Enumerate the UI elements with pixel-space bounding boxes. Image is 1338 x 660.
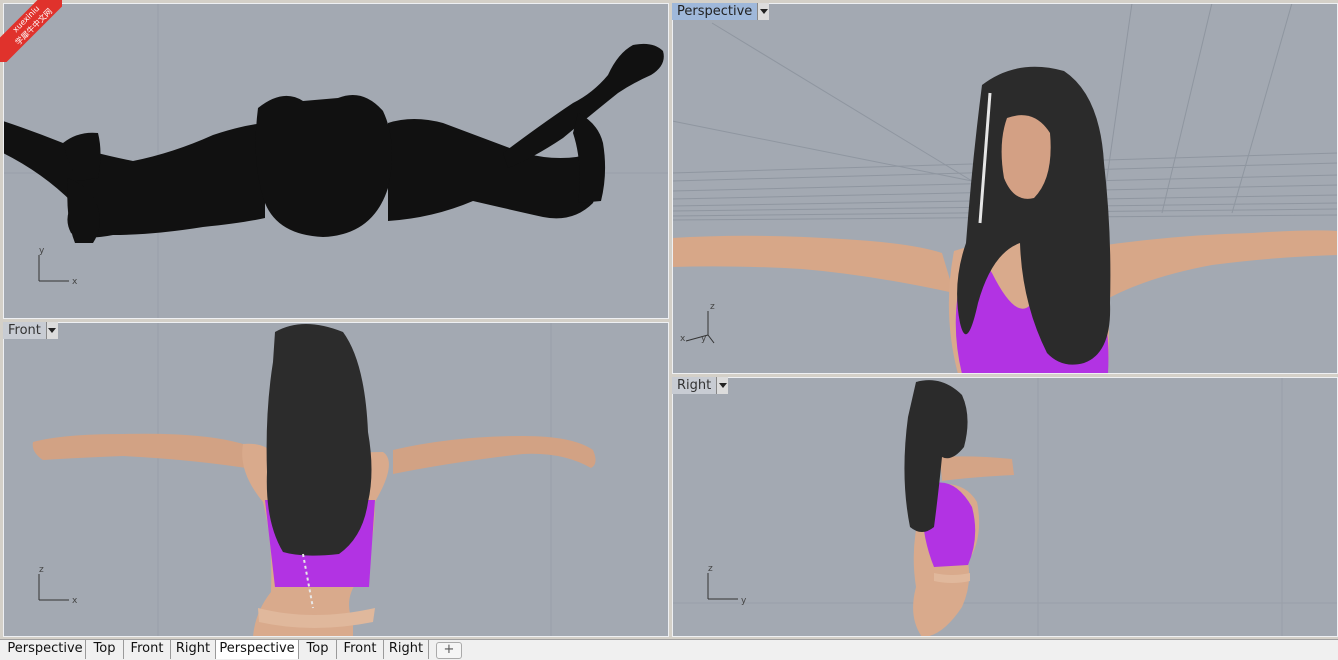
viewport-perspective[interactable]: x y z Perspective xyxy=(672,3,1338,374)
axis-icon-right xyxy=(707,573,738,600)
perspective-scene: x y z xyxy=(672,3,1338,374)
viewport-label-front[interactable]: Front xyxy=(3,322,58,339)
tab-front-2[interactable]: Front xyxy=(337,640,384,659)
axis-icon-top xyxy=(38,255,69,282)
viewport-label-right[interactable]: Right xyxy=(672,377,729,394)
axis-z-label: z xyxy=(710,302,715,312)
figure-front xyxy=(32,324,596,637)
wireframe-body-top xyxy=(3,43,664,243)
tab-top-2[interactable]: Top xyxy=(299,640,337,659)
front-scene: x z xyxy=(32,322,596,637)
viewport-tab-bar: Perspective Top Front Right Perspective … xyxy=(0,639,1338,660)
axis-y-label: y xyxy=(741,596,747,606)
viewport-title[interactable]: Perspective xyxy=(672,3,758,20)
add-tab-button[interactable]: + xyxy=(436,642,462,659)
axis-z-label: z xyxy=(708,564,713,574)
viewport-menu-arrow-icon[interactable] xyxy=(757,3,770,20)
top-scene: x y xyxy=(3,3,669,319)
tab-front[interactable]: Front xyxy=(124,640,171,659)
viewport-menu-arrow-icon[interactable] xyxy=(716,377,729,394)
watermark-logo: xuexiniu 学犀牛中文网 xyxy=(0,0,62,62)
tab-perspective-active[interactable]: Perspective xyxy=(216,640,299,659)
axis-icon-front xyxy=(38,574,69,601)
axis-x-label: x xyxy=(72,596,78,606)
axis-x-label: x xyxy=(680,334,686,344)
viewport-top[interactable]: x y xyxy=(3,3,669,319)
viewport-label-perspective[interactable]: Perspective xyxy=(672,3,770,20)
viewport-right[interactable]: y z Right xyxy=(672,377,1338,637)
viewport-title[interactable]: Right xyxy=(672,377,717,394)
axis-x-label: x xyxy=(72,277,78,287)
axis-y-label: y xyxy=(39,246,45,256)
axis-z-label: z xyxy=(39,565,44,575)
right-scene: y z xyxy=(672,377,1338,637)
viewport-menu-arrow-icon[interactable] xyxy=(45,322,58,339)
tab-top[interactable]: Top xyxy=(86,640,124,659)
tab-right[interactable]: Right xyxy=(171,640,216,659)
axis-y-label: y xyxy=(701,334,707,344)
viewport-front[interactable]: x z Front xyxy=(3,322,669,637)
tab-right-2[interactable]: Right xyxy=(384,640,429,659)
viewport-title[interactable]: Front xyxy=(3,322,46,339)
figure-perspective xyxy=(672,66,1338,374)
tab-perspective[interactable]: Perspective xyxy=(5,640,86,659)
axis-icon-perspective xyxy=(685,311,715,344)
figure-right xyxy=(904,380,1014,637)
